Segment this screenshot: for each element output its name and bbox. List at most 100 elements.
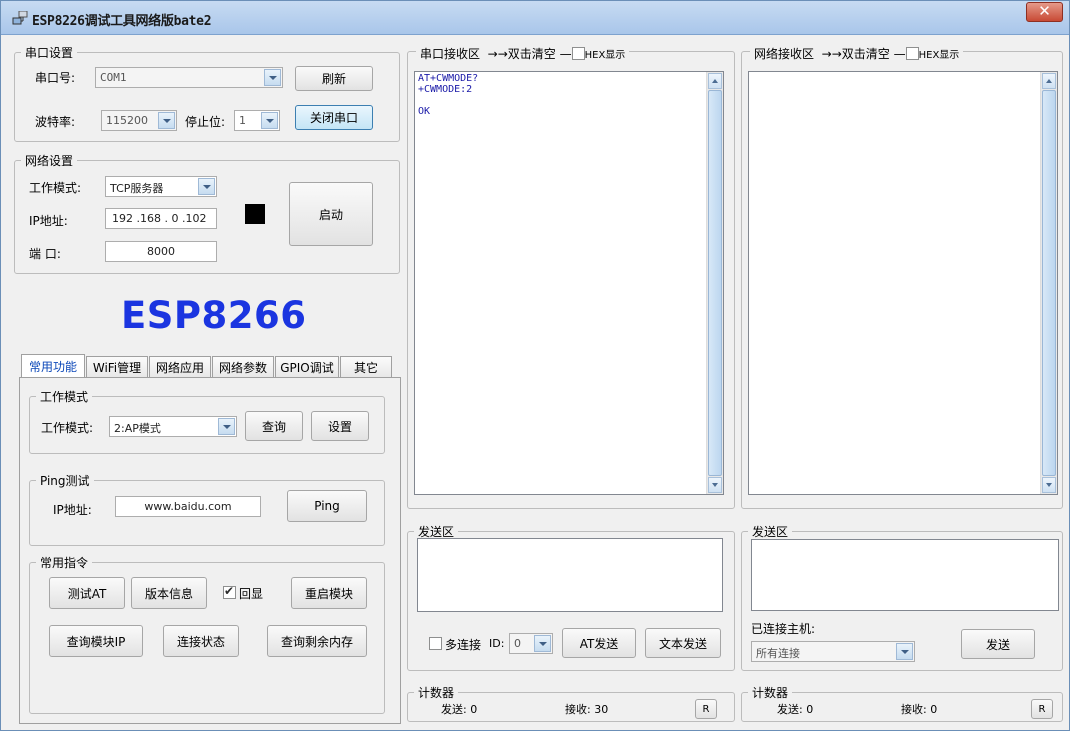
double-click-clear-hint: →→双击清空 bbox=[487, 47, 556, 61]
ip-address-label: IP地址: bbox=[29, 214, 68, 228]
chevron-down-icon[interactable] bbox=[158, 112, 175, 129]
serial-receive-content: AT+CWMODE? +CWMODE:2 OK bbox=[418, 73, 479, 117]
close-serial-port-button[interactable]: 关闭串口 bbox=[295, 105, 373, 130]
status-indicator bbox=[245, 204, 265, 224]
title-bar: ESP8226调试工具网络版bate2 ✕ bbox=[1, 1, 1069, 35]
stop-bits-select[interactable]: 1 bbox=[234, 110, 280, 131]
group-title: 发送区 bbox=[748, 523, 793, 540]
query-free-memory-button[interactable]: 查询剩余内存 bbox=[267, 625, 367, 657]
baud-rate-select[interactable]: 115200 bbox=[101, 110, 177, 131]
sent-value: 0 bbox=[806, 703, 814, 716]
port-field[interactable]: 8000 bbox=[105, 241, 217, 262]
multi-connection-label: 多连接 bbox=[445, 638, 482, 652]
network-send-button[interactable]: 发送 bbox=[961, 629, 1035, 659]
query-button[interactable]: 查询 bbox=[245, 411, 303, 441]
network-receive-title: 网络接收区 →→双击清空 — HEX显示 bbox=[750, 45, 964, 62]
tab-other[interactable]: 其它 bbox=[340, 356, 392, 377]
group-title: 计数器 bbox=[414, 684, 459, 701]
app-window: ESP8226调试工具网络版bate2 ✕ 串口设置 串口号: COM1 刷新 … bbox=[0, 0, 1070, 731]
ping-button[interactable]: Ping bbox=[287, 490, 367, 522]
close-button[interactable]: ✕ bbox=[1026, 2, 1063, 22]
scroll-down-icon[interactable] bbox=[708, 477, 722, 493]
connection-id-value: 0 bbox=[514, 637, 521, 650]
serial-scrollbar[interactable] bbox=[706, 72, 723, 494]
group-title: 工作模式 bbox=[36, 388, 93, 405]
connection-status-button[interactable]: 连接状态 bbox=[163, 625, 239, 657]
scroll-up-icon[interactable] bbox=[1042, 73, 1056, 89]
serial-port-select[interactable]: COM1 bbox=[95, 67, 283, 88]
chevron-down-icon[interactable] bbox=[534, 635, 551, 652]
network-receive-textarea[interactable] bbox=[748, 71, 1058, 495]
group-title: Ping测试 bbox=[36, 472, 94, 489]
network-receive-label: 网络接收区 bbox=[754, 47, 815, 61]
received-value: 30 bbox=[594, 703, 609, 716]
serial-receive-textarea[interactable]: AT+CWMODE? +CWMODE:2 OK bbox=[414, 71, 724, 495]
chevron-down-icon[interactable] bbox=[218, 418, 235, 435]
group-title: 网络设置 bbox=[21, 152, 78, 169]
ip-address-field[interactable]: 192 .168 . 0 .102 bbox=[105, 208, 217, 229]
query-module-ip-button[interactable]: 查询模块IP bbox=[49, 625, 143, 657]
multi-connection-checkbox[interactable] bbox=[429, 637, 442, 650]
network-hex-checkbox[interactable] bbox=[905, 47, 919, 60]
network-mode-label: 工作模式: bbox=[29, 181, 82, 195]
port-label: 端 口: bbox=[29, 247, 61, 261]
network-send-textarea[interactable] bbox=[751, 539, 1059, 611]
ping-ip-label: IP地址: bbox=[53, 503, 92, 517]
double-click-clear-hint: →→双击清空 bbox=[821, 47, 890, 61]
chevron-down-icon[interactable] bbox=[261, 112, 278, 129]
connection-id-select[interactable]: 0 bbox=[509, 633, 553, 654]
chevron-down-icon[interactable] bbox=[198, 178, 215, 195]
stop-bits-value: 1 bbox=[239, 114, 246, 127]
received-label: 接收: bbox=[901, 703, 927, 716]
serial-sent-count: 发送: 0 bbox=[441, 701, 477, 717]
network-scrollbar[interactable] bbox=[1040, 72, 1057, 494]
serial-hex-checkbox[interactable] bbox=[571, 47, 585, 60]
serial-counter-reset-button[interactable]: R bbox=[695, 699, 717, 719]
sent-value: 0 bbox=[470, 703, 478, 716]
brand-logo: ESP8266 bbox=[121, 294, 307, 337]
at-send-button[interactable]: AT发送 bbox=[562, 628, 636, 658]
sent-label: 发送: bbox=[441, 703, 467, 716]
ping-ip-field[interactable]: www.baidu.com bbox=[115, 496, 261, 517]
tab-network-apps[interactable]: 网络应用 bbox=[149, 356, 211, 377]
close-icon: ✕ bbox=[1038, 2, 1051, 20]
connection-id-label: ID: bbox=[489, 637, 505, 650]
network-counter-reset-button[interactable]: R bbox=[1031, 699, 1053, 719]
tab-gpio-debug[interactable]: GPIO调试 bbox=[275, 356, 339, 377]
serial-received-count: 接收: 30 bbox=[565, 701, 608, 717]
connected-host-value: 所有连接 bbox=[756, 647, 800, 660]
chevron-down-icon[interactable] bbox=[896, 643, 913, 660]
chevron-down-icon[interactable] bbox=[264, 69, 281, 86]
network-received-count: 接收: 0 bbox=[901, 701, 937, 717]
echo-checkbox[interactable] bbox=[223, 584, 236, 599]
text-send-button[interactable]: 文本发送 bbox=[645, 628, 721, 658]
network-mode-select[interactable]: TCP服务器 bbox=[105, 176, 217, 197]
scroll-down-icon[interactable] bbox=[1042, 477, 1056, 493]
start-button[interactable]: 启动 bbox=[289, 182, 373, 246]
tab-common-functions[interactable]: 常用功能 bbox=[21, 354, 85, 378]
version-info-button[interactable]: 版本信息 bbox=[131, 577, 207, 609]
scroll-thumb[interactable] bbox=[1042, 90, 1056, 476]
received-label: 接收: bbox=[565, 703, 591, 716]
test-at-button[interactable]: 测试AT bbox=[49, 577, 125, 609]
serial-receive-label: 串口接收区 bbox=[420, 47, 481, 61]
refresh-button[interactable]: 刷新 bbox=[295, 66, 373, 91]
tab-network-params[interactable]: 网络参数 bbox=[212, 356, 274, 377]
work-mode-label: 工作模式: bbox=[41, 421, 94, 435]
serial-port-label: 串口号: bbox=[35, 71, 76, 85]
tab-wifi-management[interactable]: WiFi管理 bbox=[86, 356, 148, 377]
group-title: 常用指令 bbox=[36, 554, 93, 571]
network-mode-value: TCP服务器 bbox=[110, 182, 164, 195]
scroll-up-icon[interactable] bbox=[708, 73, 722, 89]
baud-rate-value: 115200 bbox=[106, 114, 148, 127]
work-mode-select[interactable]: 2:AP模式 bbox=[109, 416, 237, 437]
connected-host-select[interactable]: 所有连接 bbox=[751, 641, 915, 662]
received-value: 0 bbox=[930, 703, 938, 716]
set-button[interactable]: 设置 bbox=[311, 411, 369, 441]
scroll-thumb[interactable] bbox=[708, 90, 722, 476]
client-area: 串口设置 串口号: COM1 刷新 波特率: 115200 停止位: 1 关闭串… bbox=[9, 36, 1063, 726]
group-title: 串口设置 bbox=[21, 44, 78, 61]
connected-host-label: 已连接主机: bbox=[751, 622, 816, 636]
serial-send-textarea[interactable] bbox=[417, 538, 723, 612]
restart-module-button[interactable]: 重启模块 bbox=[291, 577, 367, 609]
